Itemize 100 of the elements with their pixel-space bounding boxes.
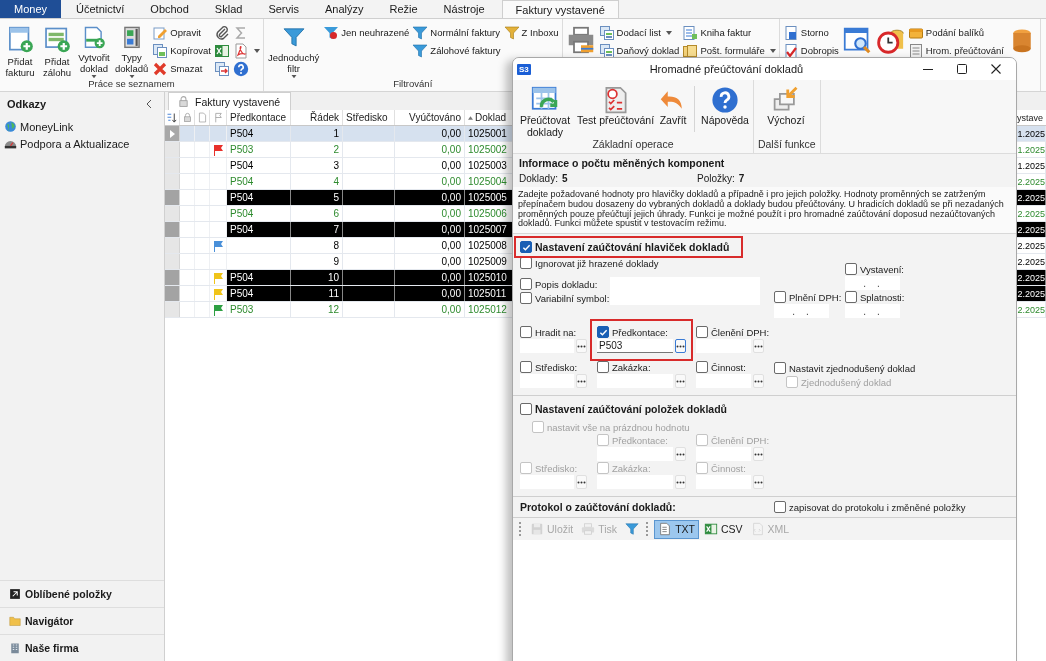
row-header[interactable]: [165, 206, 180, 221]
ribbon-button[interactable]: Zálohové faktury: [412, 42, 501, 59]
row-header[interactable]: [165, 238, 180, 253]
toolbar-button[interactable]: Test přeúčtování: [577, 84, 655, 138]
navigation-button[interactable]: Naše firma: [0, 634, 164, 661]
ribbon-button[interactable]: Typy dokladů: [114, 21, 150, 78]
table-cell: P503: [227, 302, 291, 317]
table-cell: 0,00: [395, 174, 465, 189]
table-cell: 0,00: [395, 254, 465, 269]
checkbox[interactable]: [696, 326, 708, 339]
toolbar-button[interactable]: TXT: [654, 519, 699, 539]
ribbon-tab[interactable]: Servis: [255, 0, 312, 18]
browse-button[interactable]: [675, 339, 686, 354]
row-header[interactable]: [165, 270, 180, 285]
checkbox[interactable]: [774, 291, 786, 304]
column-header[interactable]: Středisko: [343, 110, 395, 125]
row-header[interactable]: [165, 174, 180, 189]
more-icon: [754, 452, 763, 456]
close-icon[interactable]: [990, 63, 1002, 75]
field-label: Činnost:: [711, 462, 746, 474]
ribbon-button[interactable]: Jednoduchý filtr: [266, 21, 321, 78]
checkbox[interactable]: [520, 278, 532, 291]
ribbon-tab[interactable]: Sklad: [201, 0, 256, 18]
document-tab[interactable]: Faktury vystavené: [168, 92, 292, 110]
checkbox[interactable]: [520, 361, 532, 374]
checkbox[interactable]: [845, 291, 857, 304]
row-header[interactable]: [165, 254, 180, 269]
checkbox[interactable]: [597, 361, 609, 374]
lock-icon: [177, 95, 190, 108]
ribbon-button[interactable]: Smazat: [152, 60, 211, 77]
checkbox[interactable]: [696, 361, 708, 374]
ribbon-tab[interactable]: Účetnictví: [63, 0, 138, 18]
checkbox[interactable]: [520, 403, 532, 416]
input-field[interactable]: [520, 374, 574, 389]
ribbon-button[interactable]: Přidat fakturu: [3, 21, 37, 78]
toolbar-button[interactable]: Nápověda: [701, 84, 749, 138]
input-field[interactable]: [520, 339, 574, 354]
navigation-button[interactable]: Oblíbené položky: [0, 580, 164, 607]
table-cell: 0,00: [395, 158, 465, 173]
checkbox[interactable]: [520, 241, 532, 254]
checkbox[interactable]: [520, 326, 532, 339]
checkbox-label: Zjednodušený doklad: [801, 376, 892, 388]
ribbon-button[interactable]: [213, 24, 230, 41]
checkbox[interactable]: [520, 292, 532, 305]
input-field[interactable]: [696, 374, 751, 389]
ribbon-button[interactable]: Jen neuhrazené: [323, 24, 410, 41]
ribbon-tab[interactable]: Analýzy: [311, 0, 377, 18]
input-field[interactable]: [597, 374, 673, 389]
app-menu-button[interactable]: Money: [0, 0, 62, 18]
row-header[interactable]: [165, 302, 180, 317]
checkbox[interactable]: [774, 362, 786, 375]
ribbon-button[interactable]: Dodací list: [598, 24, 680, 41]
date-field[interactable]: . .: [845, 304, 900, 319]
column-header[interactable]: Řádek: [291, 110, 343, 125]
input-field[interactable]: P503: [597, 339, 673, 354]
date-field[interactable]: . .: [774, 304, 829, 319]
toolbar-button[interactable]: CSV: [700, 519, 746, 539]
group-label: Filtrování: [392, 78, 434, 89]
ribbon-button[interactable]: Z Inboxu: [503, 24, 559, 41]
ribbon-button[interactable]: Podání balíků: [907, 24, 1004, 41]
toolbar-button[interactable]: Výchozí: [757, 84, 814, 138]
checkbox[interactable]: [845, 263, 857, 276]
ribbon-button[interactable]: [213, 42, 230, 59]
row-header[interactable]: [165, 126, 180, 141]
navigation-button[interactable]: Navigátor: [0, 607, 164, 634]
group-label: Další funkce: [757, 138, 816, 150]
ribbon-tab[interactable]: Obchod: [137, 0, 202, 18]
edit-icon: [152, 24, 169, 41]
ribbon-button[interactable]: Storno: [782, 24, 839, 41]
column-header[interactable]: Předkontace: [227, 110, 291, 125]
column-header[interactable]: ystave: [1016, 110, 1046, 125]
collapse-icon[interactable]: [146, 100, 152, 108]
row-header[interactable]: [165, 158, 180, 173]
checkbox[interactable]: [774, 501, 786, 514]
table-cell: 4: [291, 174, 343, 189]
column-header[interactable]: Vyúčtováno: [395, 110, 465, 125]
row-header[interactable]: [165, 222, 180, 237]
ribbon-button[interactable]: Opravit: [152, 24, 211, 41]
field-label: Zakázka:: [612, 462, 651, 474]
ribbon-tab[interactable]: Faktury vystavené: [501, 0, 619, 18]
input-field[interactable]: [696, 339, 751, 354]
ribbon-button[interactable]: Vytvořit doklad: [77, 21, 111, 78]
ribbon-button[interactable]: Kniha faktur: [682, 24, 776, 41]
ribbon-button[interactable]: Přidat zálohu: [40, 21, 74, 78]
row-header[interactable]: [165, 190, 180, 205]
sidebar-link[interactable]: Podpora a Aktualizace: [0, 135, 164, 152]
ribbon-button[interactable]: Normální faktury: [412, 24, 501, 41]
ribbon-tab[interactable]: Režie: [376, 0, 431, 18]
sidebar-link[interactable]: MoneyLink: [0, 118, 164, 135]
ribbon-button[interactable]: Kopírovat: [152, 42, 211, 59]
date-field[interactable]: . .: [845, 276, 900, 291]
ribbon-tab[interactable]: Nástroje: [430, 0, 498, 18]
row-header[interactable]: [165, 142, 180, 157]
toolbar-button[interactable]: Zavřít: [658, 84, 689, 138]
checkbox[interactable]: [597, 326, 609, 339]
row-header[interactable]: [165, 286, 180, 301]
maximize-icon[interactable]: [956, 63, 968, 75]
app-badge: S3: [517, 63, 531, 75]
ribbon-button[interactable]: [213, 60, 230, 77]
ribbon-button[interactable]: [232, 42, 260, 59]
